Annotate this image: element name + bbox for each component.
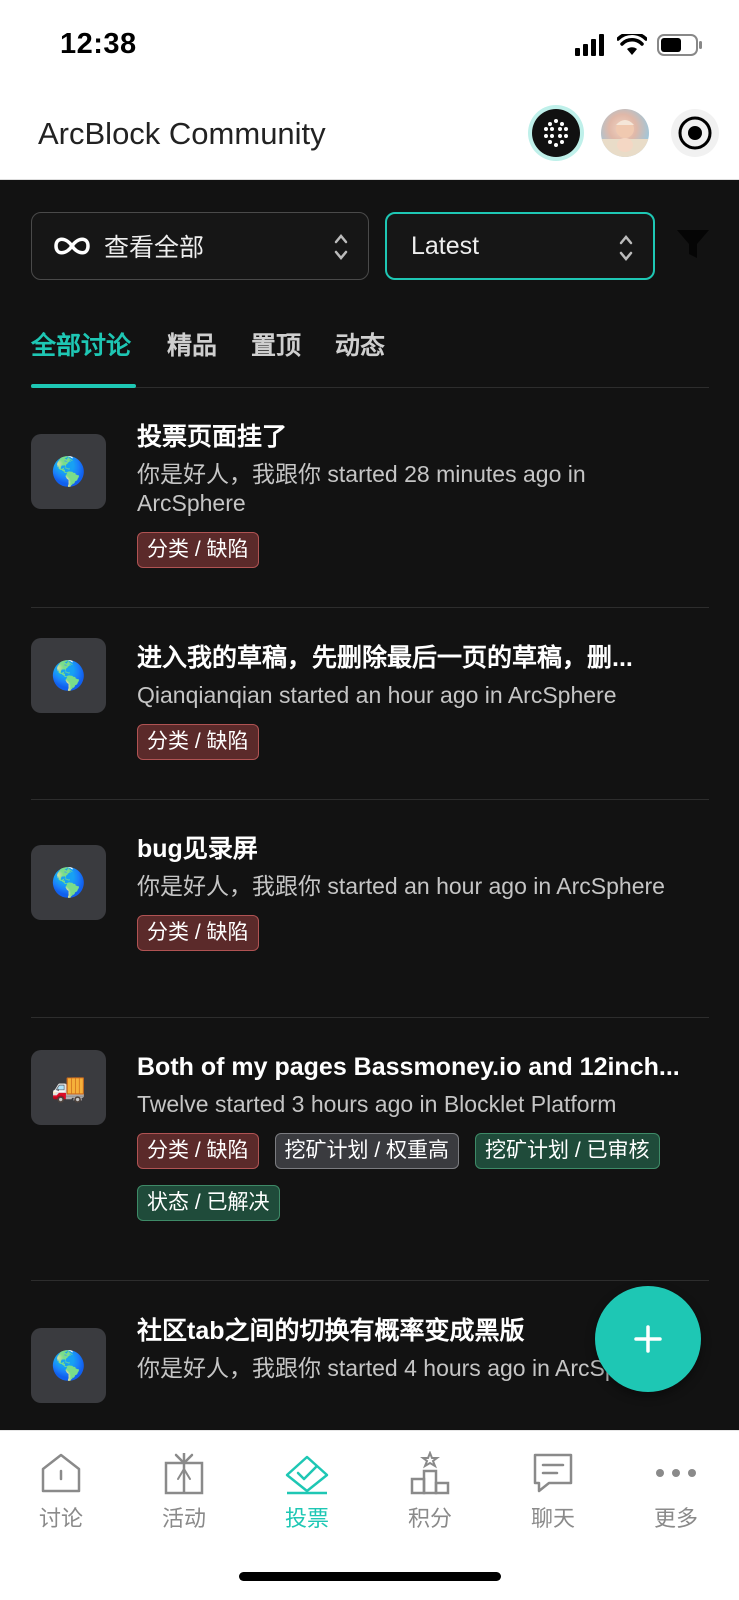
apps-grid-button[interactable]	[532, 109, 580, 157]
tab-featured[interactable]: 精品	[167, 326, 217, 362]
post-meta: Qianqianqian started an hour ago in ArcS…	[137, 682, 617, 708]
tag-category-bug[interactable]: 分类 / 缺陷	[137, 532, 259, 568]
scope-select[interactable]: 查看全部	[31, 212, 369, 280]
filter-icon[interactable]	[676, 228, 710, 260]
post-item[interactable]: 🌎 bug见录屏 你是好人，我跟你 started an hour ago in…	[31, 800, 709, 1018]
updown-chevron-icon	[334, 234, 348, 260]
main-content: 查看全部 Latest 全部讨论 精品 置顶 动态 🌎 投票页面挂了 你是好人，…	[0, 180, 739, 1430]
new-post-button[interactable]	[595, 1286, 701, 1392]
vote-icon	[285, 1455, 329, 1495]
home-indicator	[239, 1572, 501, 1581]
gift-icon	[164, 1453, 204, 1495]
post-item[interactable]: 🌎 投票页面挂了 你是好人，我跟你 started 28 minutes ago…	[31, 390, 709, 608]
post-meta: 你是好人，我跟你 started 28 minutes ago in ArcSp…	[137, 461, 586, 516]
more-icon	[656, 1469, 696, 1477]
tab-all-discussions[interactable]: 全部讨论	[31, 326, 131, 362]
tag-category-bug[interactable]: 分类 / 缺陷	[137, 1133, 259, 1169]
nav-label: 聊天	[530, 1506, 575, 1531]
podium-icon	[410, 1451, 450, 1495]
nav-item-discussions[interactable]: 讨论	[11, 1451, 111, 1533]
infinity-icon	[54, 237, 90, 255]
chat-icon	[533, 1453, 573, 1493]
record-icon	[678, 116, 712, 150]
topic-tabs: 全部讨论 精品 置顶 动态	[31, 320, 709, 388]
app-header: ArcBlock Community	[0, 92, 739, 180]
battery-icon	[657, 34, 702, 56]
signal-icon	[575, 34, 604, 56]
sort-select-label: Latest	[411, 231, 480, 260]
nav-label: 活动	[161, 1506, 206, 1531]
post-meta: 你是好人，我跟你 started an hour ago in ArcSpher…	[137, 873, 665, 899]
nav-item-points[interactable]: 积分	[380, 1451, 480, 1533]
avatar-image	[601, 120, 649, 157]
post-item[interactable]: 🚚 Both of my pages Bassmoney.io and 12in…	[31, 1018, 709, 1281]
nav-item-vote[interactable]: 投票	[257, 1451, 357, 1533]
post-title[interactable]: Both of my pages Bassmoney.io and 12inch…	[137, 1050, 697, 1084]
app-title: ArcBlock Community	[38, 116, 326, 151]
tag-mining-high-weight[interactable]: 挖矿计划 / 权重高	[274, 1133, 460, 1169]
globe-icon: 🌎	[31, 434, 106, 509]
post-title[interactable]: 投票页面挂了	[137, 420, 697, 454]
tag-mining-reviewed[interactable]: 挖矿计划 / 已审核	[475, 1133, 660, 1169]
nav-label: 更多	[653, 1506, 698, 1531]
globe-icon: 🌎	[31, 638, 106, 713]
post-title[interactable]: 进入我的草稿，先删除最后一页的草稿，删...	[137, 641, 697, 675]
active-tab-indicator	[31, 384, 136, 388]
sort-select[interactable]: Latest	[385, 212, 655, 280]
scope-select-label: 查看全部	[104, 234, 205, 262]
wifi-icon	[617, 34, 647, 55]
post-title[interactable]: bug见录屏	[137, 832, 697, 866]
dots-grid-icon	[544, 119, 568, 147]
nav-label: 投票	[284, 1506, 329, 1531]
post-item[interactable]: 🌎 进入我的草稿，先删除最后一页的草稿，删... Qianqianqian st…	[31, 608, 709, 800]
tag-category-bug[interactable]: 分类 / 缺陷	[137, 915, 259, 951]
nav-item-more[interactable]: 更多	[626, 1451, 726, 1533]
nav-label: 讨论	[38, 1506, 83, 1531]
record-button[interactable]	[671, 109, 719, 157]
tab-pinned[interactable]: 置顶	[251, 326, 301, 362]
user-avatar[interactable]	[601, 109, 649, 157]
tag-category-bug[interactable]: 分类 / 缺陷	[137, 724, 259, 760]
status-time: 12:38	[60, 28, 137, 60]
tag-status-resolved[interactable]: 状态 / 已解决	[137, 1185, 280, 1221]
post-meta: Twelve started 3 hours ago in Blocklet P…	[137, 1091, 617, 1117]
nav-label: 积分	[407, 1506, 452, 1531]
plus-icon	[634, 1325, 662, 1353]
globe-icon: 🌎	[31, 1328, 106, 1403]
truck-icon: 🚚	[31, 1050, 106, 1125]
nav-item-chat[interactable]: 聊天	[503, 1451, 603, 1533]
updown-chevron-icon	[619, 235, 633, 261]
status-bar: 12:38	[0, 0, 739, 92]
nav-item-events[interactable]: 活动	[134, 1451, 234, 1533]
status-icons	[575, 33, 703, 57]
tab-activity[interactable]: 动态	[335, 326, 385, 362]
home-icon	[41, 1453, 81, 1493]
globe-icon: 🌎	[31, 845, 106, 920]
